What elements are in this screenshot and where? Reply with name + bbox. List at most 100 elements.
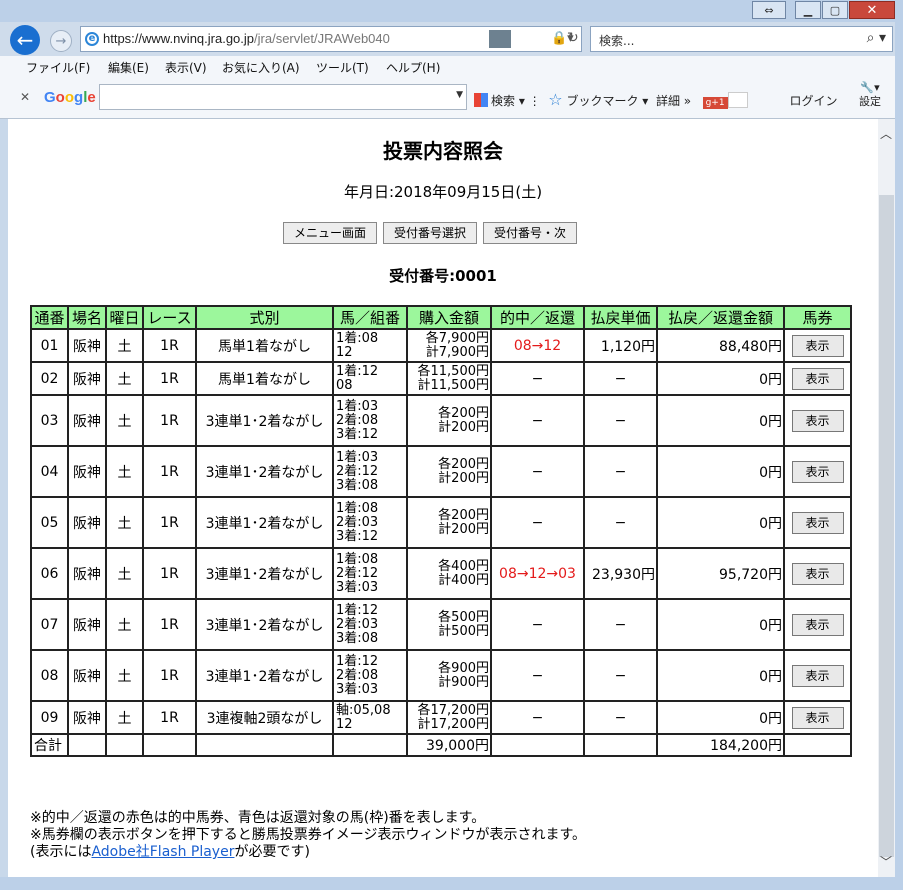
show-ticket-button[interactable]: 表示	[791, 706, 844, 729]
nav-buttons: メニュー画面 受付番号選択 受付番号・次	[283, 222, 583, 244]
show-ticket-button[interactable]: 表示	[791, 664, 844, 687]
page-content: 投票内容照会 年月日:2018年09月15日(土) メニュー画面 受付番号選択 …	[8, 119, 878, 877]
close-button[interactable]: ✕	[849, 1, 895, 19]
payout-cell: 0円	[656, 598, 785, 651]
hit-cell: 08→12	[490, 328, 585, 363]
combination-line: 08	[336, 377, 353, 393]
receipt-next-button[interactable]: 受付番号・次	[483, 222, 578, 244]
bet-type-cell: 3連単1･2着ながし	[195, 547, 334, 600]
show-ticket-button[interactable]: 表示	[791, 460, 844, 483]
combination-line: 1着:08	[336, 330, 379, 346]
scroll-thumb[interactable]	[879, 195, 894, 857]
show-ticket-button[interactable]: 表示	[791, 334, 844, 357]
combination-line: 1着:03	[336, 398, 379, 414]
settings-label: 設定	[859, 95, 881, 108]
amount-line: 各200円	[438, 405, 489, 421]
place-cell: 阪神	[67, 649, 107, 702]
table-row: 09 阪神土 1R 3連複軸2頭ながし 軸:05,08 12 各17,200円 計17,200…	[30, 700, 852, 735]
refresh-icon[interactable]: ↻	[567, 30, 579, 46]
empty-cell	[67, 733, 107, 757]
window-titlebar: ⇔ ▁ ▢ ✕	[0, 0, 903, 22]
amount-line: 計200円	[438, 521, 489, 537]
amount-cell: 各400円 計400円	[406, 547, 492, 600]
note-line-3: (表示にはAdobe社Flash Playerが必要です)	[30, 844, 586, 861]
note-line-2: ※馬券欄の表示ボタンを押下すると勝馬投票券イメージ表示ウィンドウが表示されます。	[30, 827, 587, 843]
hit-cell: −	[490, 361, 585, 396]
amount-cell: 各17,200円 計17,200円	[406, 700, 492, 735]
scroll-down-icon[interactable]: ﹀	[880, 853, 892, 870]
bookmark-button[interactable]: ブックマーク	[566, 94, 638, 108]
show-ticket-button[interactable]: 表示	[791, 613, 844, 636]
snap-icon[interactable]: ⇔	[752, 1, 786, 19]
unit-price-cell: −	[583, 394, 658, 447]
close-toolbar-icon[interactable]: ✕	[20, 90, 30, 104]
empty-cell	[105, 733, 144, 757]
row-number: 02	[30, 361, 69, 396]
amount-cell: 各7,900円 計7,900円	[406, 328, 492, 363]
show-ticket-button[interactable]: 表示	[791, 409, 844, 432]
show-ticket-button[interactable]: 表示	[791, 367, 844, 390]
search-icon[interactable]: ⌕ ▾	[867, 30, 886, 46]
race-cell: 1R	[142, 649, 197, 702]
place-cell: 阪神	[67, 700, 107, 735]
address-bar[interactable]: e https://www.nvinq.jra.go.jp/jra/servle…	[80, 26, 582, 52]
url-path: /jra/servlet/JRAWeb040	[254, 31, 390, 46]
row-number: 09	[30, 700, 69, 735]
col-header: 馬／組番	[332, 305, 408, 330]
detail-button[interactable]: 詳細	[656, 94, 680, 108]
compatibility-view-icon[interactable]	[489, 30, 511, 48]
menu-file[interactable]: ファイル(F)	[26, 59, 90, 76]
hit-cell: −	[490, 598, 585, 651]
dropdown-arrow-icon[interactable]: ▼	[456, 90, 463, 100]
settings-button[interactable]: 🔧▾ 設定	[859, 81, 881, 109]
place-cell: 阪神	[67, 547, 107, 600]
day-cell: 土	[105, 328, 144, 363]
scroll-up-icon[interactable]: ︿	[880, 125, 892, 142]
payout-cell: 95,720円	[656, 547, 785, 600]
bet-type-cell: 3連単1･2着ながし	[195, 598, 334, 651]
menu-help[interactable]: ヘルプ(H)	[386, 59, 440, 76]
menu-edit[interactable]: 編集(E)	[108, 59, 149, 76]
gplus-icon[interactable]: g+1	[702, 97, 728, 109]
total-payout: 184,200円	[656, 733, 785, 757]
menu-tools[interactable]: ツール(T)	[316, 59, 369, 76]
minimize-button[interactable]: ▁	[795, 1, 821, 19]
amount-line: 計400円	[438, 572, 489, 588]
day-cell: 土	[105, 547, 144, 600]
hit-cell: −	[490, 496, 585, 549]
amount-line: 計200円	[438, 470, 489, 486]
unit-price-cell: −	[583, 496, 658, 549]
empty-cell	[583, 733, 658, 757]
note-line-3-pre: (表示には	[30, 844, 92, 860]
google-search-button[interactable]: 検索	[491, 94, 515, 108]
combination-line: 1着:12	[336, 653, 379, 669]
amount-cell: 各200円 計200円	[406, 496, 492, 549]
combination-line: 1着:08	[336, 500, 379, 516]
vertical-scrollbar[interactable]: ︿ ﹀	[878, 119, 895, 877]
star-icon: ☆	[548, 90, 563, 109]
forward-button[interactable]: →	[50, 30, 72, 52]
google-search-input[interactable]: ▼	[99, 84, 467, 110]
note-line-3-post: が必要です)	[234, 844, 310, 860]
ticket-cell: 表示	[783, 649, 852, 702]
show-ticket-button[interactable]: 表示	[791, 511, 844, 534]
hit-cell: −	[490, 700, 585, 735]
payout-cell: 0円	[656, 700, 785, 735]
race-cell: 1R	[142, 361, 197, 396]
day-cell: 土	[105, 649, 144, 702]
back-button[interactable]: ←	[10, 25, 40, 55]
flash-player-link[interactable]: Adobe社Flash Player	[91, 844, 234, 860]
maximize-button[interactable]: ▢	[822, 1, 848, 19]
hit-cell: −	[490, 445, 585, 498]
menu-screen-button[interactable]: メニュー画面	[283, 222, 378, 244]
search-box[interactable]: 検索... ⌕ ▾	[590, 26, 893, 52]
combination-line: 1着:03	[336, 449, 379, 465]
empty-cell	[332, 733, 408, 757]
amount-cell: 各500円 計500円	[406, 598, 492, 651]
amount-cell: 各200円 計200円	[406, 394, 492, 447]
login-button[interactable]: ログイン	[790, 94, 838, 108]
menu-favorites[interactable]: お気に入り(A)	[222, 59, 300, 76]
show-ticket-button[interactable]: 表示	[791, 562, 844, 585]
menu-view[interactable]: 表示(V)	[165, 59, 207, 76]
receipt-select-button[interactable]: 受付番号選択	[383, 222, 478, 244]
